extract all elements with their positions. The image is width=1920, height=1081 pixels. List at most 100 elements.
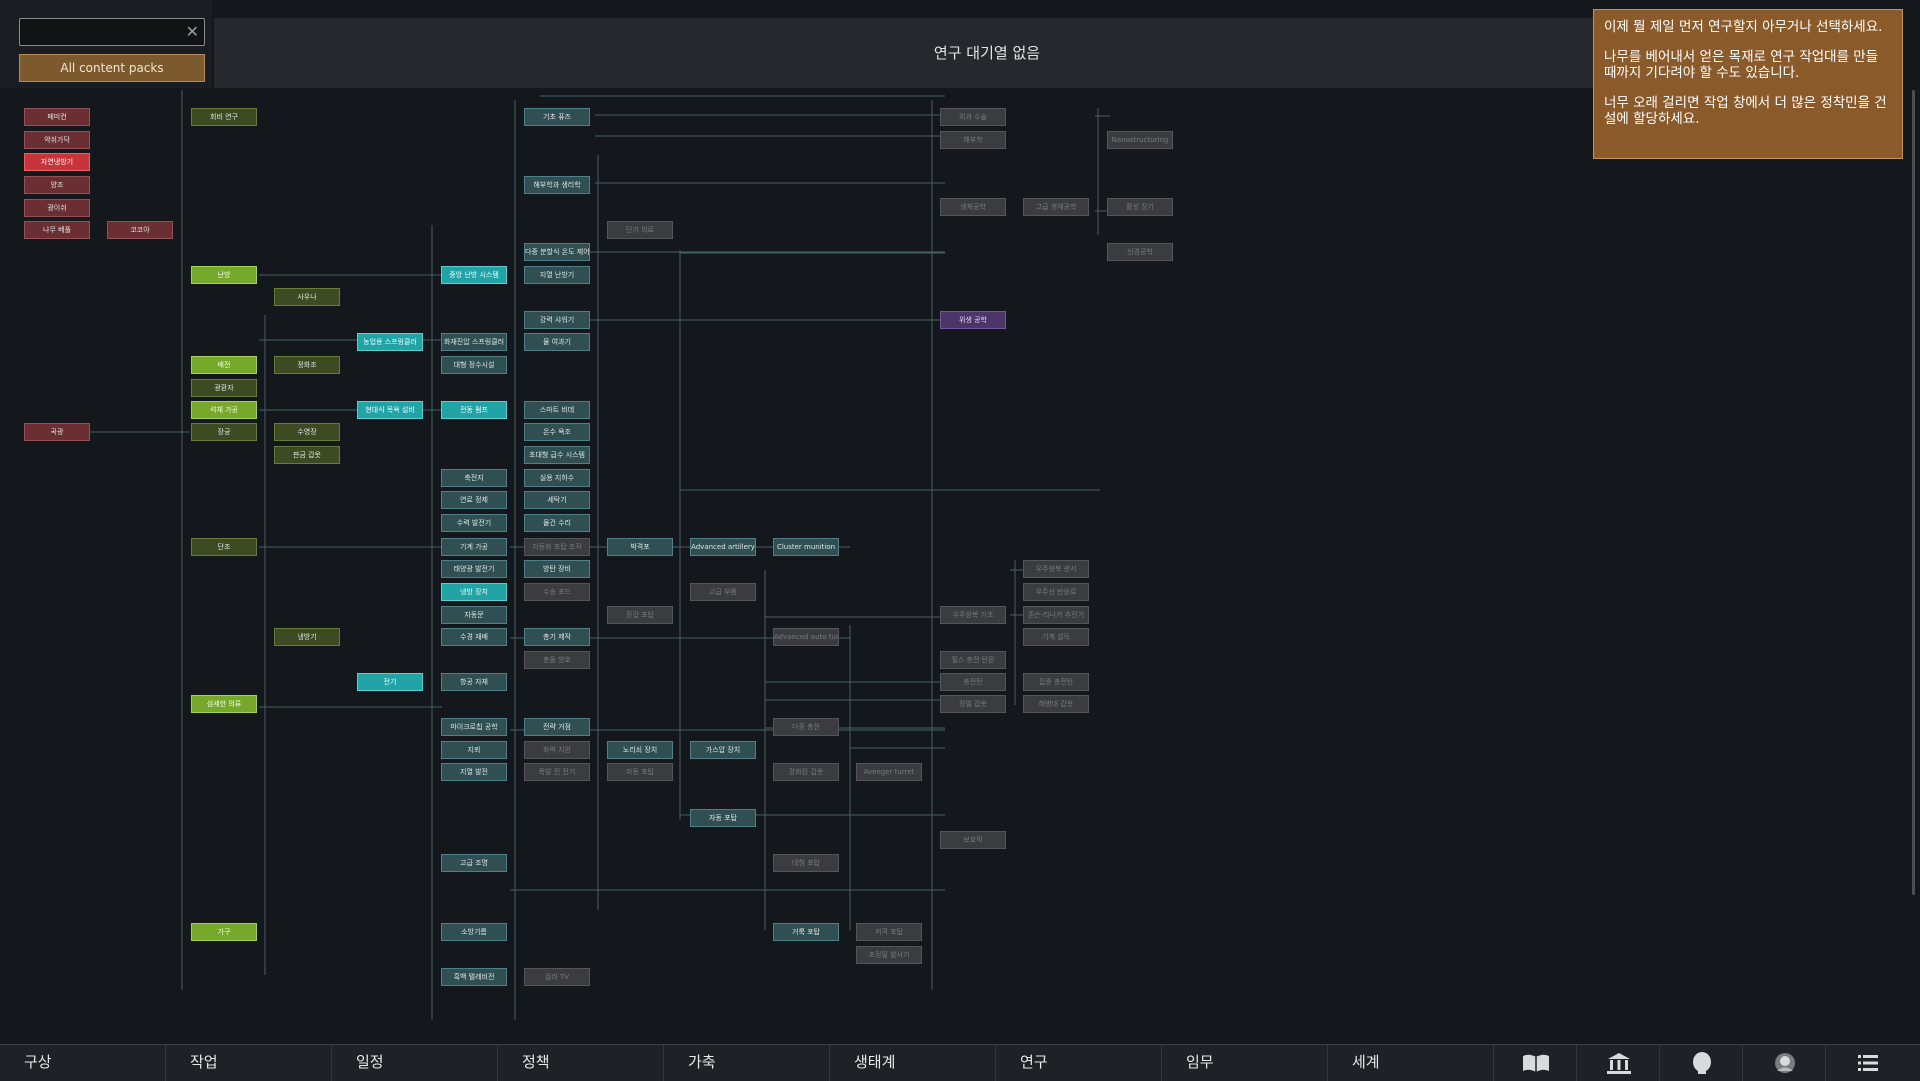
research-node[interactable]: 양조	[24, 176, 90, 194]
research-node[interactable]: 정밀 갑옷	[940, 695, 1006, 713]
research-node[interactable]: Nanostructuring	[1107, 131, 1173, 149]
research-node[interactable]: 전기	[357, 673, 423, 691]
research-node[interactable]: 단조	[191, 538, 257, 556]
research-node[interactable]: 기계 가공	[441, 538, 507, 556]
research-node[interactable]: 우주왕복 센서	[1023, 560, 1089, 578]
research-node[interactable]: 판금 갑옷	[274, 446, 340, 464]
research-node[interactable]: 컬러 TV	[524, 968, 590, 986]
research-node[interactable]: 나무 베풀	[24, 221, 90, 239]
research-node[interactable]: Avenger turret	[856, 763, 922, 781]
tab-research[interactable]: 연구	[996, 1045, 1162, 1081]
tab-architect[interactable]: 구상	[0, 1045, 166, 1081]
research-node[interactable]: 수영장	[274, 423, 340, 441]
research-node[interactable]: 화력 지원	[524, 741, 590, 759]
research-node[interactable]: 가구	[191, 923, 257, 941]
research-node[interactable]: 자동 포탑	[690, 809, 756, 827]
research-node[interactable]: 물 여과기	[524, 333, 590, 351]
research-node[interactable]: 화재진압 스프링클러	[441, 333, 507, 351]
research-node[interactable]: 폭발 전 전기	[524, 763, 590, 781]
research-node[interactable]: 실용 지하수	[524, 469, 590, 487]
research-node[interactable]: 강력 샤워기	[524, 311, 590, 329]
research-node[interactable]: 자동 포탑	[607, 763, 673, 781]
research-node[interactable]: 축전지	[441, 469, 507, 487]
research-node[interactable]: 보호막	[940, 831, 1006, 849]
research-node[interactable]: 고급 생체공학	[1023, 198, 1089, 216]
research-node[interactable]: 장갑 포탑	[607, 606, 673, 624]
search-box[interactable]: ✕	[19, 18, 205, 46]
research-node[interactable]: 전략 거점	[524, 718, 590, 736]
research-node[interactable]: 대형 포탑	[773, 854, 839, 872]
research-node[interactable]: 온수 욕조	[524, 423, 590, 441]
tab-menu[interactable]	[1826, 1045, 1920, 1081]
research-node[interactable]: Advanced auto turret	[773, 628, 839, 646]
research-node[interactable]: 광환자	[191, 379, 257, 397]
research-node[interactable]: 신경공학	[1107, 243, 1173, 261]
research-node[interactable]: 충전탄	[940, 673, 1006, 691]
research-node[interactable]: 외과 수술	[940, 108, 1006, 126]
research-node[interactable]: 위생 공학	[940, 311, 1006, 329]
research-node[interactable]: 박격포	[607, 538, 673, 556]
research-node[interactable]: 강화된 갑옷	[773, 763, 839, 781]
research-node[interactable]: 다중 충전	[773, 718, 839, 736]
research-node[interactable]: 냉방기	[274, 628, 340, 646]
research-node[interactable]: 우주왕복 기초	[940, 606, 1006, 624]
tab-schedule[interactable]: 일정	[332, 1045, 498, 1081]
research-node[interactable]: 고급 부품	[690, 583, 756, 601]
research-node[interactable]: 우주선 반응로	[1023, 583, 1089, 601]
research-node[interactable]: 섬세한 의류	[191, 695, 257, 713]
tab-mechs[interactable]	[1743, 1045, 1826, 1081]
research-node[interactable]: 태양광 발전기	[441, 560, 507, 578]
research-node[interactable]: 광이쉬	[24, 199, 90, 217]
research-node[interactable]: 생체공학	[940, 198, 1006, 216]
tab-quests[interactable]: 임무	[1162, 1045, 1328, 1081]
research-node[interactable]: 수경 재배	[441, 628, 507, 646]
research-node[interactable]: 수송 포드	[524, 583, 590, 601]
research-node[interactable]: 대형 정수시설	[441, 356, 507, 374]
research-node[interactable]: 저격 포탑	[856, 923, 922, 941]
research-node[interactable]: 존슨-타나카 추진기	[1023, 606, 1089, 624]
tab-ecosystem[interactable]: 생태계	[830, 1045, 996, 1081]
research-node[interactable]: Advanced artillery	[690, 538, 756, 556]
research-node[interactable]: 초정밀 발사기	[856, 946, 922, 964]
research-node[interactable]: 현대식 목욕 설비	[357, 401, 423, 419]
research-node[interactable]: 물건 수리	[524, 514, 590, 532]
research-node[interactable]: 배전	[191, 356, 257, 374]
tab-factions[interactable]	[1577, 1045, 1660, 1081]
research-node[interactable]: 농업용 스프링클러	[357, 333, 423, 351]
research-node[interactable]: 장궁	[191, 423, 257, 441]
research-node[interactable]: 냉방 장치	[441, 583, 507, 601]
research-node[interactable]: 전동 펌프	[441, 401, 507, 419]
research-node[interactable]: 지열 발전	[441, 763, 507, 781]
research-node[interactable]: 페미컨	[24, 108, 90, 126]
research-node[interactable]: 활성 장기	[1107, 198, 1173, 216]
research-node[interactable]: 해부학	[940, 131, 1006, 149]
research-node[interactable]: 기초 퓨즈	[524, 108, 590, 126]
close-icon[interactable]: ✕	[186, 21, 199, 43]
research-node[interactable]: 다중 분할식 온도 제어	[524, 243, 590, 261]
research-node[interactable]: 충돌 방호	[524, 651, 590, 669]
research-node[interactable]: 마이크로칩 공학	[441, 718, 507, 736]
research-node[interactable]: 소방기름	[441, 923, 507, 941]
research-node[interactable]: 곡광	[24, 423, 90, 441]
research-node[interactable]: 해부학과 생리학	[524, 176, 590, 194]
vertical-scrollbar[interactable]	[1912, 90, 1915, 895]
research-node[interactable]: 자동문	[441, 606, 507, 624]
tab-policy[interactable]: 정책	[498, 1045, 664, 1081]
tab-history[interactable]	[1494, 1045, 1577, 1081]
research-node[interactable]: 거룩 포탑	[773, 923, 839, 941]
research-node[interactable]: 수력 발전기	[441, 514, 507, 532]
research-node[interactable]: 중앙 난방 시스템	[441, 266, 507, 284]
research-node[interactable]: 지열 난방기	[524, 266, 590, 284]
search-input[interactable]	[24, 22, 178, 44]
research-node[interactable]: 석재 가공	[191, 401, 257, 419]
research-node[interactable]: 약쉬가닥	[24, 131, 90, 149]
research-node[interactable]: 방탄 장비	[524, 560, 590, 578]
research-node[interactable]: 단기 의료	[607, 221, 673, 239]
research-node[interactable]: 사우나	[274, 288, 340, 306]
research-node[interactable]: 항공 자재	[441, 673, 507, 691]
research-node[interactable]: 초대형 급수 시스템	[524, 446, 590, 464]
research-node[interactable]: 정화조	[274, 356, 340, 374]
research-node[interactable]: 노리쇠 장치	[607, 741, 673, 759]
research-node[interactable]: 펄스 충전 탄환	[940, 651, 1006, 669]
research-node[interactable]: 집중 충전탄	[1023, 673, 1089, 691]
